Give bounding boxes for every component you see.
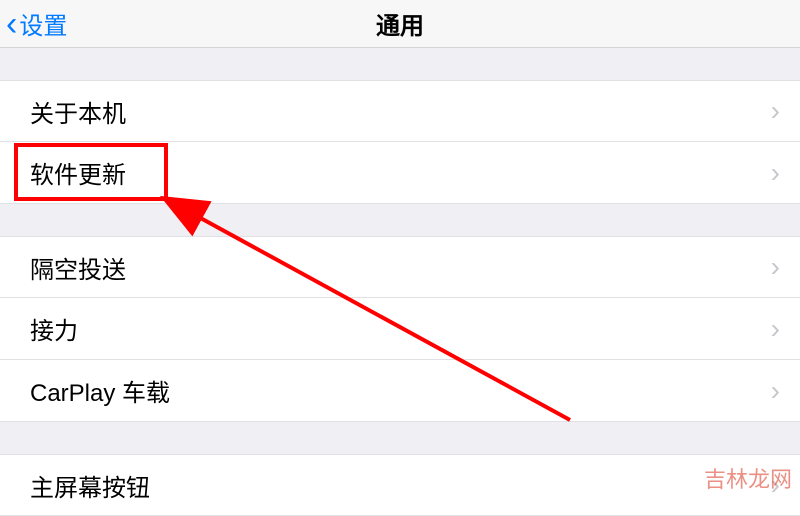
back-button[interactable]: ‹ 设置 (0, 6, 67, 41)
cell-label: 关于本机 (30, 94, 771, 129)
chevron-right-icon: › (771, 157, 780, 189)
chevron-right-icon: › (771, 375, 780, 407)
cell-carplay[interactable]: CarPlay 车载 › (0, 360, 800, 422)
cell-label: 接力 (30, 311, 771, 346)
section-gap (0, 204, 800, 236)
chevron-right-icon: › (771, 251, 780, 283)
chevron-right-icon: › (771, 313, 780, 345)
cell-label: 隔空投送 (30, 250, 771, 285)
section-1: 关于本机 › 软件更新 › (0, 80, 800, 204)
section-3: 主屏幕按钮 › (0, 454, 800, 516)
section-gap (0, 422, 800, 454)
chevron-right-icon: › (771, 95, 780, 127)
section-gap (0, 48, 800, 80)
cell-label: 软件更新 (30, 155, 771, 190)
cell-about[interactable]: 关于本机 › (0, 80, 800, 142)
section-2: 隔空投送 › 接力 › CarPlay 车载 › (0, 236, 800, 422)
cell-home-button[interactable]: 主屏幕按钮 › (0, 454, 800, 516)
cell-label: CarPlay 车载 (30, 373, 771, 408)
cell-airdrop[interactable]: 隔空投送 › (0, 236, 800, 298)
cell-label: 主屏幕按钮 (30, 468, 771, 503)
nav-header: ‹ 设置 通用 (0, 0, 800, 48)
cell-handoff[interactable]: 接力 › (0, 298, 800, 360)
page-title: 通用 (376, 6, 424, 41)
chevron-left-icon: ‹ (6, 7, 17, 41)
back-label: 设置 (19, 6, 67, 41)
cell-software-update[interactable]: 软件更新 › (0, 142, 800, 204)
watermark: 吉林龙网 (704, 462, 792, 494)
